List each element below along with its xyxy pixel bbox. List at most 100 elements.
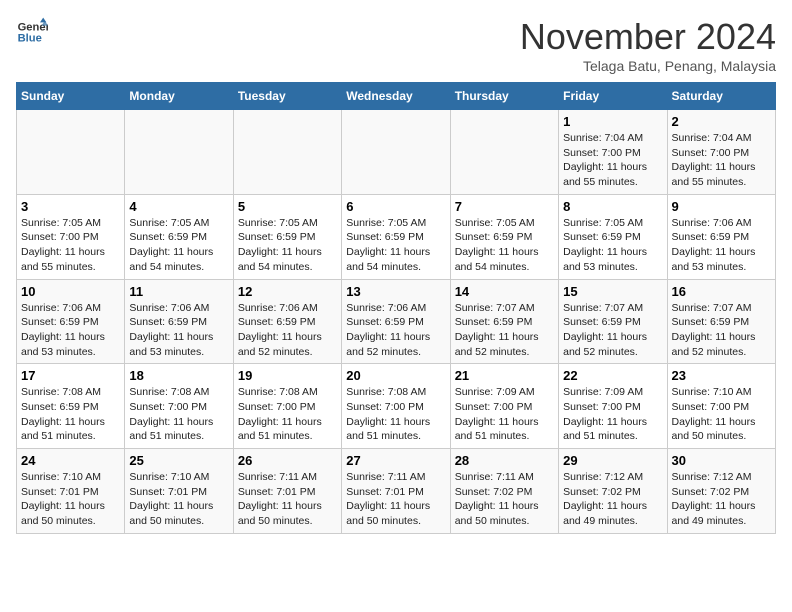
day-number: 24 xyxy=(21,453,120,468)
col-header-thursday: Thursday xyxy=(450,83,558,110)
calendar-cell: 1 Sunrise: 7:04 AMSunset: 7:00 PMDaylight… xyxy=(559,110,667,195)
day-info: Sunrise: 7:05 AMSunset: 7:00 PMDaylight:… xyxy=(21,216,120,275)
day-info: Sunrise: 7:05 AMSunset: 6:59 PMDaylight:… xyxy=(346,216,445,275)
day-info: Sunrise: 7:05 AMSunset: 6:59 PMDaylight:… xyxy=(129,216,228,275)
day-info: Sunrise: 7:09 AMSunset: 7:00 PMDaylight:… xyxy=(563,385,662,444)
day-info: Sunrise: 7:11 AMSunset: 7:01 PMDaylight:… xyxy=(346,470,445,529)
day-number: 18 xyxy=(129,368,228,383)
day-number: 22 xyxy=(563,368,662,383)
location: Telaga Batu, Penang, Malaysia xyxy=(520,58,776,74)
calendar-cell xyxy=(125,110,233,195)
day-number: 1 xyxy=(563,114,662,129)
day-number: 14 xyxy=(455,284,554,299)
calendar-cell: 20 Sunrise: 7:08 AMSunset: 7:00 PMDayligh… xyxy=(342,364,450,449)
day-info: Sunrise: 7:06 AMSunset: 6:59 PMDaylight:… xyxy=(346,301,445,360)
calendar-cell: 21 Sunrise: 7:09 AMSunset: 7:00 PMDayligh… xyxy=(450,364,558,449)
day-info: Sunrise: 7:11 AMSunset: 7:02 PMDaylight:… xyxy=(455,470,554,529)
day-number: 25 xyxy=(129,453,228,468)
day-number: 23 xyxy=(672,368,771,383)
calendar-week-row: 3Sunrise: 7:05 AMSunset: 7:00 PMDaylight… xyxy=(17,194,776,279)
day-info: Sunrise: 7:05 AMSunset: 6:59 PMDaylight:… xyxy=(563,216,662,275)
calendar-cell: 30 Sunrise: 7:12 AMSunset: 7:02 PMDayligh… xyxy=(667,449,775,534)
day-info: Sunrise: 7:06 AMSunset: 6:59 PMDaylight:… xyxy=(129,301,228,360)
day-info: Sunrise: 7:08 AMSunset: 6:59 PMDaylight:… xyxy=(21,385,120,444)
calendar-cell xyxy=(450,110,558,195)
day-number: 12 xyxy=(238,284,337,299)
calendar-cell: 10 Sunrise: 7:06 AMSunset: 6:59 PMDayligh… xyxy=(17,279,125,364)
day-number: 30 xyxy=(672,453,771,468)
day-info: Sunrise: 7:09 AMSunset: 7:00 PMDaylight:… xyxy=(455,385,554,444)
day-number: 28 xyxy=(455,453,554,468)
day-info: Sunrise: 7:06 AMSunset: 6:59 PMDaylight:… xyxy=(21,301,120,360)
calendar-cell: 29 Sunrise: 7:12 AMSunset: 7:02 PMDayligh… xyxy=(559,449,667,534)
day-number: 7 xyxy=(455,199,554,214)
day-number: 5 xyxy=(238,199,337,214)
day-info: Sunrise: 7:10 AMSunset: 7:01 PMDaylight:… xyxy=(129,470,228,529)
col-header-monday: Monday xyxy=(125,83,233,110)
calendar-table: SundayMondayTuesdayWednesdayThursdayFrid… xyxy=(16,82,776,534)
day-info: Sunrise: 7:04 AMSunset: 7:00 PMDaylight:… xyxy=(563,131,662,190)
day-number: 10 xyxy=(21,284,120,299)
calendar-cell: 19 Sunrise: 7:08 AMSunset: 7:00 PMDayligh… xyxy=(233,364,341,449)
day-number: 20 xyxy=(346,368,445,383)
day-number: 26 xyxy=(238,453,337,468)
col-header-sunday: Sunday xyxy=(17,83,125,110)
calendar-cell: 25 Sunrise: 7:10 AMSunset: 7:01 PMDayligh… xyxy=(125,449,233,534)
col-header-tuesday: Tuesday xyxy=(233,83,341,110)
col-header-friday: Friday xyxy=(559,83,667,110)
day-number: 9 xyxy=(672,199,771,214)
calendar-cell xyxy=(17,110,125,195)
day-info: Sunrise: 7:07 AMSunset: 6:59 PMDaylight:… xyxy=(563,301,662,360)
calendar-week-row: 24 Sunrise: 7:10 AMSunset: 7:01 PMDayligh… xyxy=(17,449,776,534)
calendar-header-row: SundayMondayTuesdayWednesdayThursdayFrid… xyxy=(17,83,776,110)
calendar-cell: 23 Sunrise: 7:10 AMSunset: 7:00 PMDayligh… xyxy=(667,364,775,449)
day-info: Sunrise: 7:04 AMSunset: 7:00 PMDaylight:… xyxy=(672,131,771,190)
day-number: 27 xyxy=(346,453,445,468)
day-number: 6 xyxy=(346,199,445,214)
day-number: 17 xyxy=(21,368,120,383)
calendar-cell: 3Sunrise: 7:05 AMSunset: 7:00 PMDaylight… xyxy=(17,194,125,279)
day-info: Sunrise: 7:10 AMSunset: 7:00 PMDaylight:… xyxy=(672,385,771,444)
day-info: Sunrise: 7:05 AMSunset: 6:59 PMDaylight:… xyxy=(455,216,554,275)
calendar-cell: 7 Sunrise: 7:05 AMSunset: 6:59 PMDaylight… xyxy=(450,194,558,279)
page-header: General Blue November 2024 Telaga Batu, … xyxy=(16,16,776,74)
calendar-cell: 18Sunrise: 7:08 AMSunset: 7:00 PMDayligh… xyxy=(125,364,233,449)
day-info: Sunrise: 7:06 AMSunset: 6:59 PMDaylight:… xyxy=(672,216,771,275)
calendar-cell: 9 Sunrise: 7:06 AMSunset: 6:59 PMDaylight… xyxy=(667,194,775,279)
calendar-cell xyxy=(342,110,450,195)
calendar-cell: 28 Sunrise: 7:11 AMSunset: 7:02 PMDayligh… xyxy=(450,449,558,534)
day-number: 2 xyxy=(672,114,771,129)
day-number: 21 xyxy=(455,368,554,383)
day-info: Sunrise: 7:12 AMSunset: 7:02 PMDaylight:… xyxy=(563,470,662,529)
day-info: Sunrise: 7:08 AMSunset: 7:00 PMDaylight:… xyxy=(346,385,445,444)
day-number: 16 xyxy=(672,284,771,299)
calendar-week-row: 1 Sunrise: 7:04 AMSunset: 7:00 PMDaylight… xyxy=(17,110,776,195)
calendar-week-row: 17 Sunrise: 7:08 AMSunset: 6:59 PMDayligh… xyxy=(17,364,776,449)
day-info: Sunrise: 7:12 AMSunset: 7:02 PMDaylight:… xyxy=(672,470,771,529)
col-header-wednesday: Wednesday xyxy=(342,83,450,110)
day-info: Sunrise: 7:06 AMSunset: 6:59 PMDaylight:… xyxy=(238,301,337,360)
title-block: November 2024 Telaga Batu, Penang, Malay… xyxy=(520,16,776,74)
calendar-cell: 5 Sunrise: 7:05 AMSunset: 6:59 PMDaylight… xyxy=(233,194,341,279)
day-info: Sunrise: 7:10 AMSunset: 7:01 PMDaylight:… xyxy=(21,470,120,529)
col-header-saturday: Saturday xyxy=(667,83,775,110)
day-info: Sunrise: 7:08 AMSunset: 7:00 PMDaylight:… xyxy=(238,385,337,444)
calendar-cell: 26 Sunrise: 7:11 AMSunset: 7:01 PMDayligh… xyxy=(233,449,341,534)
day-info: Sunrise: 7:05 AMSunset: 6:59 PMDaylight:… xyxy=(238,216,337,275)
calendar-cell: 15Sunrise: 7:07 AMSunset: 6:59 PMDayligh… xyxy=(559,279,667,364)
calendar-cell: 16Sunrise: 7:07 AMSunset: 6:59 PMDayligh… xyxy=(667,279,775,364)
calendar-cell: 6 Sunrise: 7:05 AMSunset: 6:59 PMDaylight… xyxy=(342,194,450,279)
day-number: 19 xyxy=(238,368,337,383)
calendar-cell: 14 Sunrise: 7:07 AMSunset: 6:59 PMDayligh… xyxy=(450,279,558,364)
day-number: 8 xyxy=(563,199,662,214)
calendar-cell: 11Sunrise: 7:06 AMSunset: 6:59 PMDayligh… xyxy=(125,279,233,364)
calendar-week-row: 10 Sunrise: 7:06 AMSunset: 6:59 PMDayligh… xyxy=(17,279,776,364)
calendar-cell: 13Sunrise: 7:06 AMSunset: 6:59 PMDayligh… xyxy=(342,279,450,364)
day-number: 4 xyxy=(129,199,228,214)
day-number: 29 xyxy=(563,453,662,468)
calendar-cell xyxy=(233,110,341,195)
day-info: Sunrise: 7:11 AMSunset: 7:01 PMDaylight:… xyxy=(238,470,337,529)
day-info: Sunrise: 7:07 AMSunset: 6:59 PMDaylight:… xyxy=(455,301,554,360)
calendar-cell: 17 Sunrise: 7:08 AMSunset: 6:59 PMDayligh… xyxy=(17,364,125,449)
logo-icon: General Blue xyxy=(16,16,48,48)
